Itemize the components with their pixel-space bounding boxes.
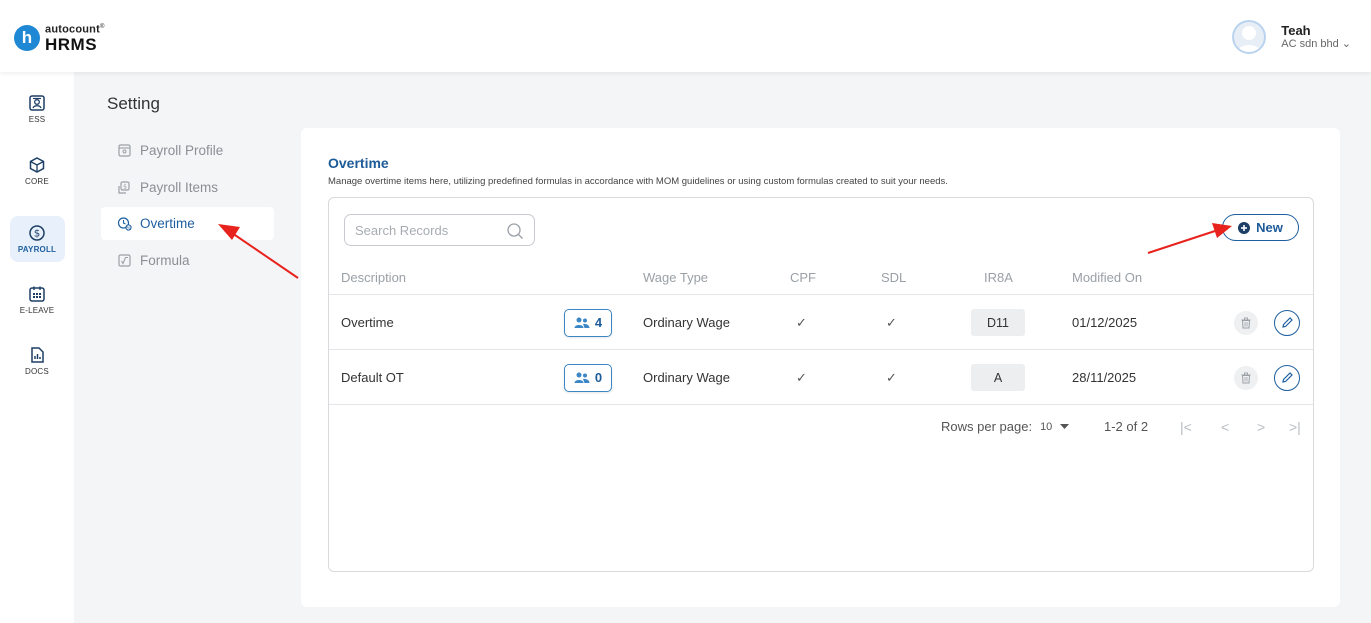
row-description: Overtime [341, 315, 394, 330]
user-menu[interactable]: Teah AC sdn bhd ⌄ [1232, 20, 1351, 54]
id-card-icon [29, 95, 45, 111]
new-button-label: New [1256, 220, 1283, 235]
formula-icon [118, 254, 131, 267]
search-icon[interactable] [506, 222, 524, 240]
user-name: Teah [1281, 22, 1311, 38]
row-wage-type: Ordinary Wage [643, 315, 730, 330]
menu-item-label: Payroll Profile [140, 143, 224, 158]
rail-label: CORE [25, 177, 49, 186]
calendar-icon [29, 286, 45, 302]
row-modified-on: 01/12/2025 [1072, 315, 1138, 330]
svg-text:$: $ [34, 229, 40, 240]
delete-button[interactable] [1234, 365, 1258, 390]
rail-item-payroll[interactable]: $ PAYROLL [0, 216, 74, 262]
column-header-sdl[interactable]: SDL [881, 270, 906, 285]
pencil-icon [1281, 372, 1293, 383]
profile-doc-icon [118, 144, 131, 157]
section-description: Manage overtime items here, utilizing pr… [328, 176, 948, 187]
cube-icon [29, 157, 45, 173]
users-icon [574, 317, 590, 328]
edit-button[interactable] [1274, 309, 1300, 336]
caret-down-icon[interactable] [1060, 423, 1070, 430]
prev-page-button[interactable]: < [1221, 419, 1229, 435]
employee-count-button[interactable]: 4 [564, 308, 612, 337]
next-page-button[interactable]: > [1257, 419, 1265, 435]
menu-item-label: Overtime [140, 216, 195, 231]
sdl-check-icon: ✓ [886, 369, 897, 385]
dollar-circle-icon: $ [29, 225, 45, 241]
user-company: AC sdn bhd [1281, 38, 1339, 51]
rail-item-e-leave[interactable]: E-LEAVE [0, 277, 74, 323]
new-button[interactable]: New [1222, 214, 1299, 241]
rail-label: DOCS [25, 367, 49, 376]
records-panel: New Description Wage Type CPF SDL IR8A M… [328, 197, 1314, 572]
trash-icon [1241, 317, 1251, 328]
table-row[interactable]: Default OT 0 Ordinary Wage ✓ ✓ A 28/11/2… [329, 349, 1313, 404]
svg-text:$: $ [123, 184, 127, 191]
menu-item-overtime[interactable]: % Overtime [101, 207, 274, 240]
clock-percent-icon: % [117, 217, 132, 231]
table-divider [329, 404, 1313, 405]
svg-text:%: % [126, 225, 131, 231]
table-row[interactable]: Overtime 4 Ordinary Wage ✓ ✓ D11 01/12/2… [329, 294, 1313, 349]
rail-item-docs[interactable]: DOCS [0, 338, 74, 384]
app-logo[interactable]: h autocount® HRMS [14, 24, 105, 53]
column-header-wage-type[interactable]: Wage Type [643, 270, 708, 285]
ir8a-badge: A [971, 364, 1025, 391]
sdl-check-icon: ✓ [886, 314, 897, 330]
menu-item-formula[interactable]: Formula [101, 244, 274, 277]
page-title: Setting [107, 94, 160, 113]
rows-per-page-select[interactable]: 10 [1040, 421, 1052, 433]
page-range: 1-2 of 2 [1104, 419, 1149, 434]
company-chevron-down-icon[interactable]: ⌄ [1342, 38, 1351, 50]
search-input[interactable] [355, 222, 500, 238]
row-modified-on: 28/11/2025 [1072, 370, 1137, 385]
menu-item-label: Formula [140, 253, 190, 268]
overtime-card: Overtime Manage overtime items here, uti… [301, 128, 1340, 607]
column-header-description[interactable]: Description [341, 270, 406, 285]
pencil-icon [1281, 317, 1293, 328]
cpf-check-icon: ✓ [796, 369, 807, 385]
rail-item-ess[interactable]: ESS [0, 86, 74, 132]
rows-per-page: Rows per page: 10 [941, 419, 1070, 434]
logo-brand: autocount [45, 23, 100, 36]
document-chart-icon [31, 347, 44, 363]
rail-label: E-LEAVE [19, 306, 55, 315]
items-stack-icon: $ [118, 181, 130, 194]
search-box[interactable] [344, 214, 535, 246]
user-avatar-icon [1232, 20, 1267, 54]
employee-count-button[interactable]: 0 [564, 363, 612, 392]
ir8a-badge: D11 [971, 309, 1025, 336]
module-rail: ESS CORE $ PAYROLL E-LEAVE DOCS [0, 72, 74, 623]
rows-per-page-label: Rows per page: [941, 419, 1033, 434]
delete-button[interactable] [1234, 310, 1258, 335]
edit-button[interactable] [1274, 364, 1300, 391]
employee-count: 0 [594, 370, 603, 385]
trash-icon [1241, 372, 1251, 383]
logo-mark: h [14, 25, 40, 52]
column-header-modified-on[interactable]: Modified On [1072, 270, 1142, 285]
row-wage-type: Ordinary Wage [643, 370, 730, 385]
users-icon [574, 372, 590, 383]
first-page-button[interactable]: |< [1180, 419, 1192, 435]
logo-product: HRMS [45, 34, 98, 54]
menu-item-payroll-items[interactable]: $ Payroll Items [101, 171, 274, 204]
rail-item-core[interactable]: CORE [0, 148, 74, 194]
menu-item-label: Payroll Items [140, 180, 219, 195]
column-header-cpf[interactable]: CPF [790, 270, 816, 285]
plus-circle-icon [1238, 221, 1251, 234]
logo-brand-mark: ® [99, 24, 105, 30]
section-title: Overtime [328, 155, 389, 171]
top-header: h autocount® HRMS Teah AC sdn bhd ⌄ [0, 0, 1371, 72]
row-description: Default OT [341, 370, 404, 385]
menu-item-payroll-profile[interactable]: Payroll Profile [101, 134, 274, 167]
rail-label: PAYROLL [17, 245, 57, 254]
cpf-check-icon: ✓ [796, 314, 807, 330]
column-header-ir8a[interactable]: IR8A [984, 270, 1013, 285]
employee-count: 4 [594, 315, 603, 330]
rail-label: ESS [28, 115, 46, 124]
last-page-button[interactable]: >| [1289, 419, 1301, 435]
